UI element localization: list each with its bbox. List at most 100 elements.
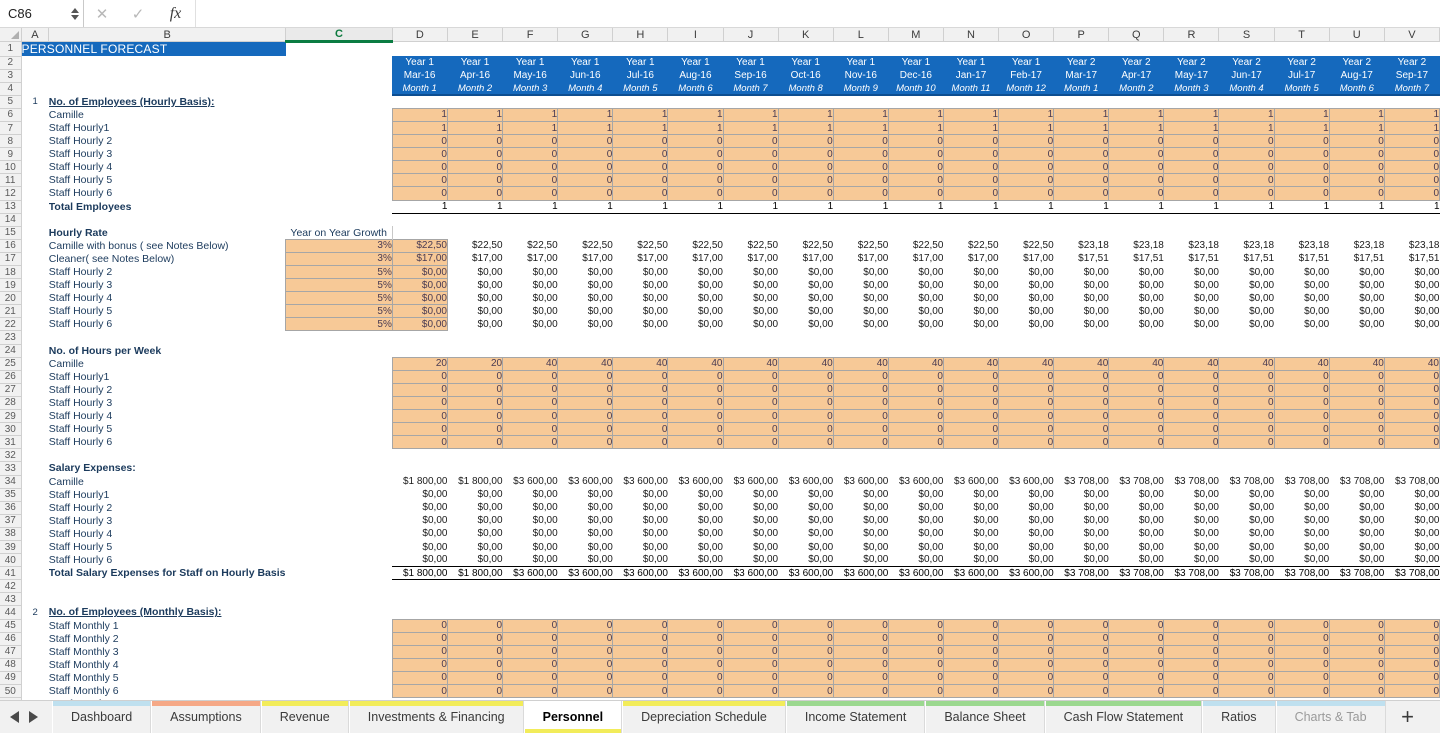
input-cell[interactable]: 1 bbox=[1274, 108, 1329, 121]
value-cell[interactable]: $3 708,00 bbox=[1329, 475, 1384, 488]
cell-empty[interactable] bbox=[613, 593, 668, 606]
value-cell[interactable]: $17,00 bbox=[778, 252, 833, 265]
cell-empty[interactable] bbox=[21, 698, 49, 700]
value-cell[interactable]: $0,00 bbox=[1384, 527, 1439, 540]
value-cell[interactable]: $0,00 bbox=[1164, 501, 1219, 514]
value-cell[interactable]: $0,00 bbox=[503, 292, 558, 305]
value-cell[interactable]: $17,00 bbox=[943, 252, 998, 265]
cell-empty[interactable] bbox=[1329, 331, 1384, 344]
input-cell[interactable]: 0 bbox=[1329, 436, 1384, 449]
cell-empty[interactable] bbox=[1164, 42, 1219, 57]
input-cell[interactable]: 0 bbox=[1274, 135, 1329, 148]
input-cell[interactable]: 0 bbox=[888, 410, 943, 423]
value-cell[interactable]: $0,00 bbox=[447, 554, 502, 567]
input-cell[interactable]: 0 bbox=[392, 135, 447, 148]
row-header-11[interactable]: 11 bbox=[0, 174, 21, 187]
input-cell[interactable]: 0 bbox=[723, 619, 778, 632]
check-icon[interactable]: ✓ bbox=[120, 0, 156, 27]
value-cell[interactable]: $0,00 bbox=[833, 514, 888, 527]
cell-empty[interactable] bbox=[999, 42, 1054, 57]
input-cell[interactable]: 0 bbox=[1054, 658, 1109, 671]
input-cell[interactable]: 0 bbox=[558, 632, 613, 645]
input-cell[interactable]: 0 bbox=[1384, 174, 1439, 187]
cell-empty[interactable] bbox=[392, 593, 447, 606]
input-cell[interactable]: 0 bbox=[613, 658, 668, 671]
cell-empty[interactable] bbox=[21, 266, 49, 279]
input-cell[interactable]: 0 bbox=[1329, 645, 1384, 658]
value-cell[interactable]: $0,00 bbox=[1109, 279, 1164, 292]
input-cell[interactable]: 0 bbox=[943, 658, 998, 671]
cell-empty[interactable] bbox=[1109, 593, 1164, 606]
cell-empty[interactable] bbox=[1274, 606, 1329, 619]
cell-empty[interactable] bbox=[286, 213, 393, 226]
value-cell[interactable]: $0,00 bbox=[558, 501, 613, 514]
cell-empty[interactable] bbox=[447, 462, 502, 475]
input-cell[interactable]: 0 bbox=[1164, 423, 1219, 436]
input-cell[interactable]: 0 bbox=[503, 671, 558, 684]
value-cell[interactable]: $0,00 bbox=[888, 488, 943, 501]
total-cell[interactable]: 1 bbox=[392, 200, 447, 213]
cell-empty[interactable] bbox=[286, 108, 393, 121]
input-cell[interactable]: 1 bbox=[1054, 121, 1109, 134]
cell-empty[interactable] bbox=[1054, 344, 1109, 357]
cell-empty[interactable] bbox=[723, 462, 778, 475]
total-cell[interactable]: 1 bbox=[1054, 200, 1109, 213]
value-cell[interactable]: $17,00 bbox=[503, 252, 558, 265]
input-cell[interactable]: 0 bbox=[943, 370, 998, 383]
input-cell[interactable]: 0 bbox=[833, 671, 888, 684]
cell-empty[interactable] bbox=[833, 580, 888, 593]
cell-empty[interactable] bbox=[778, 331, 833, 344]
input-cell[interactable]: 0 bbox=[1274, 423, 1329, 436]
cell-empty[interactable] bbox=[503, 606, 558, 619]
cell-empty[interactable] bbox=[1274, 42, 1329, 57]
cell-empty[interactable] bbox=[943, 95, 998, 108]
row-header-28[interactable]: 28 bbox=[0, 396, 21, 409]
value-cell[interactable]: $0,00 bbox=[1054, 514, 1109, 527]
input-cell[interactable]: 0 bbox=[778, 685, 833, 698]
input-cell[interactable]: 0 bbox=[668, 671, 723, 684]
row-header-3[interactable]: 3 bbox=[0, 69, 21, 82]
value-cell[interactable]: $0,00 bbox=[1164, 318, 1219, 331]
cell-empty[interactable] bbox=[888, 226, 943, 239]
input-cell[interactable]: 0 bbox=[447, 619, 502, 632]
cell-empty[interactable] bbox=[286, 82, 393, 95]
cell-empty[interactable] bbox=[392, 344, 447, 357]
row-header-21[interactable]: 21 bbox=[0, 305, 21, 318]
cell-empty[interactable] bbox=[1109, 213, 1164, 226]
input-cell[interactable]: 0 bbox=[943, 685, 998, 698]
input-cell[interactable]: 0 bbox=[503, 423, 558, 436]
input-cell[interactable]: 40 bbox=[1054, 357, 1109, 370]
cell-empty[interactable] bbox=[1329, 449, 1384, 462]
input-cell[interactable]: 0 bbox=[503, 174, 558, 187]
cell-empty[interactable] bbox=[1219, 331, 1274, 344]
cell-empty[interactable] bbox=[1274, 226, 1329, 239]
cell-empty[interactable] bbox=[392, 213, 447, 226]
value-cell[interactable]: $0,00 bbox=[1329, 318, 1384, 331]
input-cell[interactable]: 0 bbox=[613, 370, 668, 383]
value-cell[interactable]: $22,50 bbox=[943, 239, 998, 252]
value-cell[interactable]: $0,00 bbox=[613, 501, 668, 514]
total-cell[interactable]: 0 bbox=[1054, 698, 1109, 700]
input-cell[interactable]: 0 bbox=[392, 658, 447, 671]
cell-empty[interactable] bbox=[888, 42, 943, 57]
value-cell[interactable]: $0,00 bbox=[888, 292, 943, 305]
input-cell[interactable]: 0 bbox=[1274, 161, 1329, 174]
total-cell[interactable]: 0 bbox=[503, 698, 558, 700]
cell-empty[interactable] bbox=[668, 462, 723, 475]
row-header-13[interactable]: 13 bbox=[0, 200, 21, 213]
cell-empty[interactable] bbox=[21, 488, 49, 501]
value-cell[interactable]: $0,00 bbox=[1054, 292, 1109, 305]
value-cell[interactable]: $0,00 bbox=[558, 540, 613, 553]
input-cell[interactable]: 0 bbox=[1329, 632, 1384, 645]
value-cell[interactable]: $0,00 bbox=[1109, 305, 1164, 318]
input-cell[interactable]: 0 bbox=[1274, 436, 1329, 449]
total-cell[interactable]: 1 bbox=[888, 200, 943, 213]
value-cell[interactable]: $0,00 bbox=[447, 527, 502, 540]
row-header-17[interactable]: 17 bbox=[0, 252, 21, 265]
cell-empty[interactable] bbox=[21, 501, 49, 514]
cell-empty[interactable] bbox=[613, 606, 668, 619]
select-all-corner[interactable] bbox=[0, 28, 21, 42]
value-cell[interactable]: $0,00 bbox=[558, 527, 613, 540]
input-cell[interactable]: 0 bbox=[1329, 619, 1384, 632]
input-cell[interactable]: 0 bbox=[613, 174, 668, 187]
